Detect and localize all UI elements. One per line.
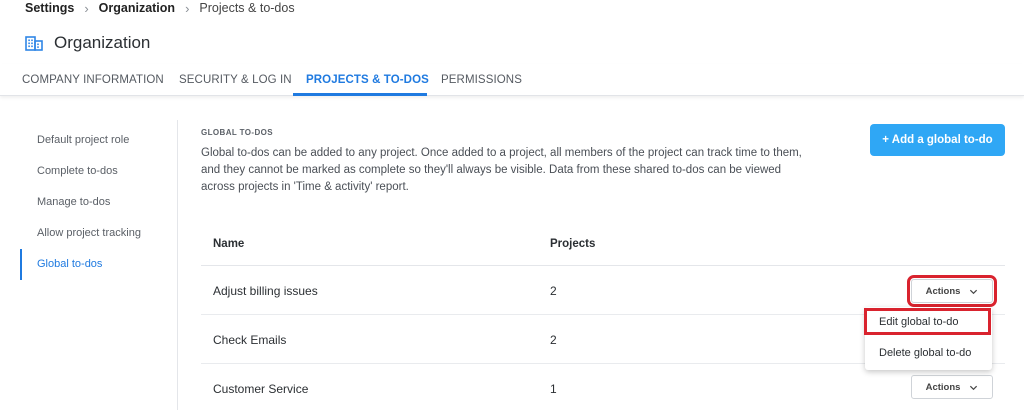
- table-row: Customer Service 1 Actions: [201, 364, 1005, 410]
- todo-project-count: 1: [550, 382, 557, 396]
- tab-company-information[interactable]: COMPANY INFORMATION: [22, 74, 164, 86]
- add-global-todo-button[interactable]: + Add a global to-do: [870, 124, 1005, 156]
- breadcrumb-settings[interactable]: Settings: [25, 1, 74, 15]
- section-description: Global to-dos can be added to any projec…: [201, 147, 802, 193]
- column-header-name[interactable]: Name: [213, 238, 244, 250]
- page-header: Organization: [25, 33, 150, 53]
- active-tab-indicator: [293, 93, 427, 96]
- page-title: Organization: [54, 33, 151, 52]
- actions-dropdown-menu: Edit global to-do Delete global to-do: [864, 307, 992, 370]
- breadcrumb-organization[interactable]: Organization: [99, 1, 175, 15]
- sidebar-item-global-todos[interactable]: Global to-dos: [20, 249, 170, 280]
- settings-sidebar: Default project role Complete to-dos Man…: [20, 125, 170, 280]
- chevron-down-icon: [970, 289, 978, 294]
- chevron-right-icon: ›: [84, 0, 89, 16]
- actions-button[interactable]: Actions: [911, 375, 993, 399]
- todo-name: Customer Service: [213, 382, 309, 396]
- todo-project-count: 2: [550, 333, 557, 347]
- table-header: Name Projects: [201, 230, 1005, 266]
- divider: [177, 120, 178, 410]
- chevron-down-icon: [970, 385, 978, 390]
- tab-bar: COMPANY INFORMATION SECURITY & LOG IN PR…: [0, 64, 1024, 96]
- sidebar-item-manage-todos[interactable]: Manage to-dos: [20, 187, 170, 218]
- tab-security-log-in[interactable]: SECURITY & LOG IN: [179, 74, 292, 86]
- tab-permissions[interactable]: PERMISSIONS: [441, 74, 522, 86]
- todo-name: Adjust billing issues: [213, 284, 318, 298]
- actions-button[interactable]: Actions: [907, 275, 997, 307]
- sidebar-item-complete-todos[interactable]: Complete to-dos: [20, 156, 170, 187]
- actions-label: Actions: [925, 381, 961, 393]
- sidebar-item-default-project-role[interactable]: Default project role: [20, 125, 170, 156]
- building-icon: [25, 36, 43, 51]
- sidebar-item-allow-project-tracking[interactable]: Allow project tracking: [20, 218, 170, 249]
- delete-global-todo-menu-item[interactable]: Delete global to-do: [865, 338, 992, 369]
- todo-project-count: 2: [550, 284, 557, 298]
- todo-name: Check Emails: [213, 333, 287, 347]
- breadcrumb-current: Projects & to-dos: [199, 1, 295, 15]
- section-label: GLOBAL TO-DOS: [201, 128, 274, 137]
- edit-global-todo-menu-item[interactable]: Edit global to-do: [864, 307, 992, 338]
- tab-projects-todos[interactable]: PROJECTS & TO-DOS: [306, 74, 429, 86]
- chevron-right-icon: ›: [185, 0, 190, 16]
- actions-label: Actions: [925, 285, 961, 297]
- column-header-projects[interactable]: Projects: [550, 238, 595, 250]
- breadcrumb: Settings › Organization › Projects & to-…: [25, 0, 295, 16]
